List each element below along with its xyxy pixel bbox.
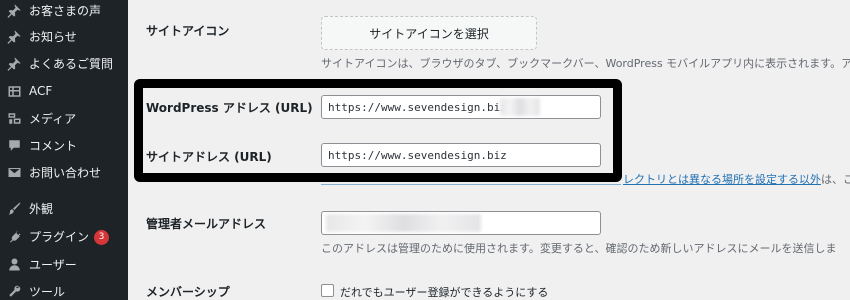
site-address-help-link[interactable]: レクトリとは異なる場所を設定する以外 <box>623 173 821 186</box>
sidebar-item-users[interactable]: ユーザー <box>0 251 128 277</box>
sidebar-item-contact[interactable]: お問い合わせ <box>0 159 128 185</box>
sidebar-item-label: メディア <box>29 111 77 126</box>
admin-email-description: このアドレスは管理のために使用されます。変更すると、確認のため新しいアドレスにメ… <box>321 242 837 255</box>
site-address-value: https://www.sevendesign.biz <box>328 148 507 162</box>
site-address-label: サイトアドレス (URL) <box>146 150 272 164</box>
grid-icon <box>7 84 22 99</box>
sidebar-item-faq[interactable]: よくあるご質問 <box>0 50 128 76</box>
sidebar-item-label: コメント <box>29 138 78 153</box>
description-underline <box>321 184 621 185</box>
wordpress-address-label: WordPress アドレス (URL) <box>146 101 313 115</box>
sidebar-item-label: ユーザー <box>29 257 77 272</box>
admin-email-label: 管理者メールアドレス <box>146 217 267 231</box>
sidebar-item-plugins[interactable]: プラグイン 3 <box>0 223 128 249</box>
admin-sidebar: お客さまの声 お知らせ よくあるご質問 ACF メディア コメント お問い合わせ… <box>0 0 128 300</box>
mail-icon <box>7 165 22 180</box>
sidebar-item-news[interactable]: お知らせ <box>0 23 128 49</box>
redacted-email <box>326 214 481 232</box>
plugin-icon <box>7 229 22 244</box>
sidebar-item-voice[interactable]: お客さまの声 <box>0 0 128 23</box>
redacted-path <box>500 98 540 116</box>
pin-icon <box>7 29 22 44</box>
membership-checkbox[interactable] <box>321 284 334 297</box>
sidebar-item-label: ツール <box>29 284 66 299</box>
media-icon <box>7 111 22 126</box>
membership-label: メンバーシップ <box>146 285 230 299</box>
sidebar-item-media[interactable]: メディア <box>0 105 128 131</box>
site-address-input[interactable]: https://www.sevendesign.biz <box>321 143 601 167</box>
sidebar-item-tools[interactable]: ツール <box>0 278 128 300</box>
site-icon-description: サイトアイコンは、ブラウザのタブ、ブックマークバー、WordPress モバイル… <box>321 57 850 70</box>
wordpress-address-value: https://www.sevendesign.biz/ <box>328 100 514 114</box>
user-icon <box>7 257 22 272</box>
sidebar-item-comments[interactable]: コメント <box>0 132 128 158</box>
pin-icon <box>7 3 22 18</box>
pin-icon <box>7 56 22 71</box>
sidebar-item-appearance[interactable]: 外観 <box>0 195 128 221</box>
wordpress-address-input[interactable]: https://www.sevendesign.biz/ <box>321 95 601 119</box>
sidebar-item-label: 外観 <box>29 201 54 216</box>
plugins-label: プラグイン <box>29 229 90 244</box>
membership-checkbox-label: だれでもユーザー登録ができるようにする <box>340 286 549 299</box>
sidebar-item-label: お知らせ <box>29 29 77 44</box>
sidebar-item-label: お問い合わせ <box>29 165 102 180</box>
sidebar-item-acf[interactable]: ACF <box>0 78 128 104</box>
select-site-icon-button[interactable]: サイトアイコンを選択 <box>321 16 537 50</box>
brush-icon <box>7 201 22 216</box>
sidebar-item-label: ACF <box>29 84 53 98</box>
general-settings-form: サイトアイコン サイトアイコンを選択 サイトアイコンは、ブラウザのタブ、ブックマ… <box>128 0 850 300</box>
site-address-description: レクトリとは異なる場所を設定する以外は、こ <box>623 171 850 187</box>
wrench-icon <box>7 284 22 299</box>
site-icon-label: サイトアイコン <box>146 24 230 38</box>
sidebar-item-label: プラグイン 3 <box>29 228 110 245</box>
sidebar-item-label: よくあるご質問 <box>29 56 114 71</box>
site-address-help-text: レクトリとは異なる場所を設定する以外 <box>623 173 821 186</box>
sidebar-item-label: お客さまの声 <box>29 3 102 18</box>
site-address-description-tail: は、こ <box>821 173 850 186</box>
comment-icon <box>7 138 22 153</box>
update-count-badge: 3 <box>94 229 110 245</box>
